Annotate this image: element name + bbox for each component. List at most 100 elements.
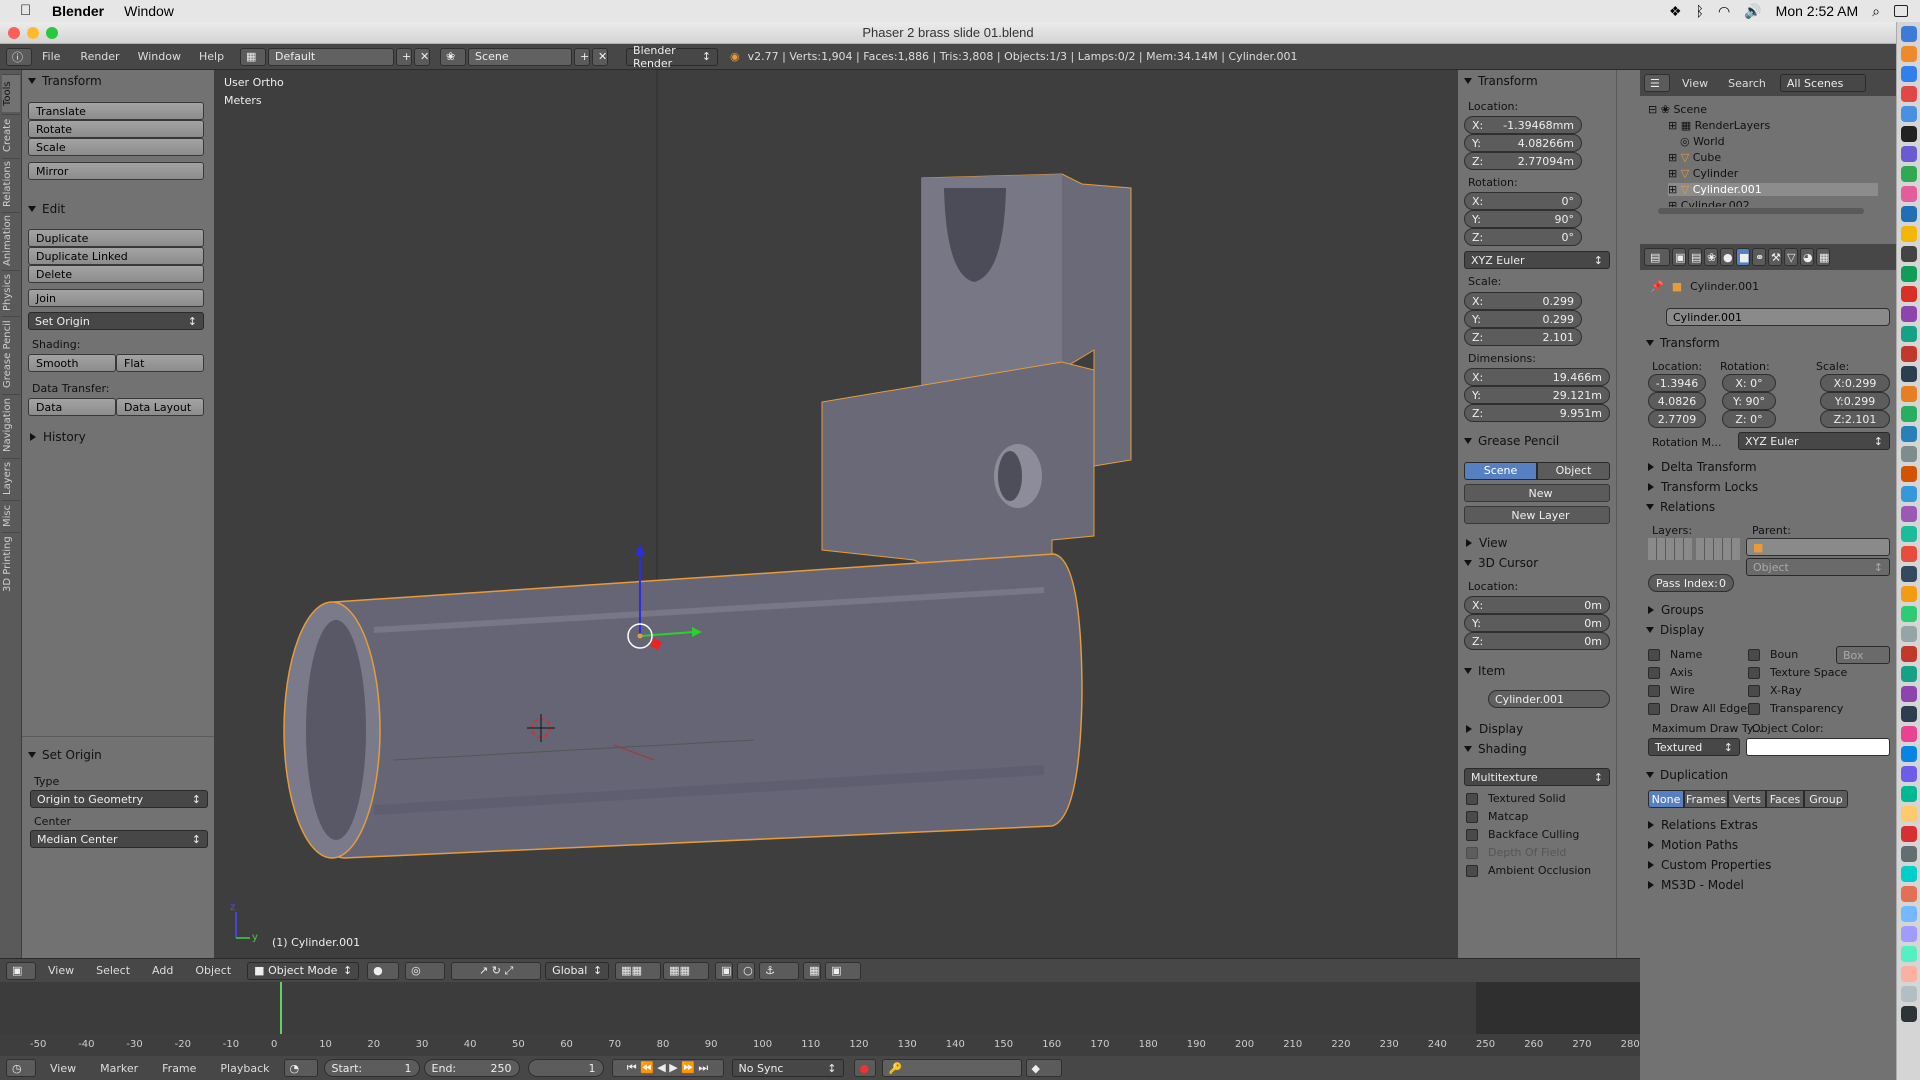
timeline-editor-icon[interactable]: ◷	[6, 1059, 36, 1077]
dock-app-icon[interactable]	[1901, 406, 1917, 422]
prop-scale-x[interactable]: X:0.299	[1820, 374, 1890, 392]
dock-app-icon[interactable]	[1901, 666, 1917, 682]
gp-scene-button[interactable]: Scene	[1464, 462, 1537, 480]
dock-app-icon[interactable]	[1901, 306, 1917, 322]
orientation-select[interactable]: Global ↕	[545, 961, 610, 980]
dock-app-icon[interactable]	[1901, 146, 1917, 162]
clock[interactable]: Mon 2:52 AM	[1776, 3, 1859, 19]
sync-select[interactable]: No Sync ↕	[731, 1059, 844, 1077]
menu-render[interactable]: Render	[80, 50, 119, 63]
tab-relations[interactable]: Relations	[2, 158, 20, 210]
gp-new-layer-button[interactable]: New Layer	[1464, 506, 1610, 524]
smooth-button[interactable]: Smooth	[28, 354, 116, 372]
add-layout-icon[interactable]: +	[396, 47, 413, 66]
n-cursor-z[interactable]: Z: 0m	[1464, 632, 1610, 650]
tl-view-menu[interactable]: View	[50, 1062, 76, 1075]
object-name-field[interactable]: Cylinder.001	[1666, 308, 1890, 326]
dock-app-icon[interactable]	[1901, 606, 1917, 622]
tab-tools[interactable]: Tools	[2, 74, 20, 112]
outliner-renderlayers[interactable]: ⊞ ▦ RenderLayers	[1668, 119, 1770, 132]
n-loc-y[interactable]: Y: 4.08266m	[1464, 134, 1582, 152]
dock-app-icon[interactable]	[1901, 806, 1917, 822]
layout-field[interactable]: Default	[268, 47, 395, 66]
vp-object-menu[interactable]: Object	[195, 964, 231, 977]
dock-app-icon[interactable]	[1901, 226, 1917, 242]
display-name-checkbox[interactable]: Name	[1648, 648, 1702, 661]
dock-app-icon[interactable]	[1901, 546, 1917, 562]
scale-button[interactable]: Scale	[28, 138, 204, 156]
dock-app-icon[interactable]	[1901, 726, 1917, 742]
dock-app-icon[interactable]	[1901, 366, 1917, 382]
playback-controls[interactable]: ⏮ ⏪ ◀ ▶ ⏩ ⏭	[611, 1059, 724, 1077]
object-color-swatch[interactable]	[1746, 738, 1890, 756]
dock-app-icon[interactable]	[1901, 566, 1917, 582]
n-item-header[interactable]: Item	[1458, 660, 1616, 682]
menu-window[interactable]: Window	[138, 50, 181, 63]
layers-grid-b[interactable]	[1696, 538, 1740, 560]
end-frame-field[interactable]: End: 250	[423, 1059, 520, 1077]
n-scale-y[interactable]: Y: 0.299	[1464, 310, 1582, 328]
timeline-track[interactable]	[0, 982, 1640, 1034]
layers-buttons[interactable]: ▦▦	[615, 961, 662, 980]
menu-file[interactable]: File	[42, 50, 60, 63]
dock-app-icon[interactable]	[1901, 26, 1917, 42]
menu-icon[interactable]	[1894, 5, 1908, 17]
prop-scale-y[interactable]: Y:0.299	[1820, 392, 1890, 410]
dock-app-icon[interactable]	[1901, 526, 1917, 542]
add-scene-icon[interactable]: +	[574, 47, 591, 66]
constraints-tab-icon[interactable]: ⚭	[1752, 248, 1766, 266]
n-display-header[interactable]: Display	[1458, 718, 1616, 740]
groups-header[interactable]: Groups	[1640, 599, 1896, 621]
prop-rot-x[interactable]: X: 0°	[1722, 374, 1776, 392]
render-preview-icons[interactable]: ▣	[825, 961, 862, 980]
pin-icon[interactable]: 📌	[1650, 280, 1664, 293]
prop-loc-z[interactable]: 2.7709	[1648, 410, 1706, 428]
tl-marker-menu[interactable]: Marker	[100, 1062, 138, 1075]
data-tab-icon[interactable]: ▽	[1784, 248, 1798, 266]
timeline-ruler[interactable]: -50 -40 -30 -20 -10 0 10 20 30 40 50 60 70 80 90 100 110…	[0, 1034, 1640, 1056]
tab-layers[interactable]: Layers	[2, 458, 20, 498]
dup-frames-button[interactable]: Frames	[1684, 790, 1728, 808]
preview-range-icon[interactable]: ◔	[283, 1059, 318, 1077]
outliner-display-select[interactable]: All Scenes	[1779, 74, 1866, 92]
outliner-cylinder-001[interactable]: ⊞ ▽ Cylinder.001	[1668, 183, 1878, 196]
n-cursor-y[interactable]: Y: 0m	[1464, 614, 1610, 632]
tab-create[interactable]: Create	[2, 114, 20, 156]
shading-select-icon[interactable]: ●	[367, 961, 400, 980]
relations-extras-header[interactable]: Relations Extras	[1640, 814, 1896, 836]
apple-icon[interactable]: 	[20, 3, 36, 19]
editor-type-icon[interactable]: ⓘ	[6, 47, 32, 66]
dock-app-icon[interactable]	[1901, 46, 1917, 62]
data-button[interactable]: Data	[28, 398, 116, 416]
3d-viewport[interactable]: User Ortho Meters z y (1) Cylinder.001	[214, 70, 1458, 958]
wifi-icon[interactable]: ◠	[1718, 3, 1730, 20]
outliner-editor-icon[interactable]: ☰	[1644, 74, 1670, 92]
app-menu[interactable]: Blender	[52, 3, 104, 19]
display-axis-checkbox[interactable]: Axis	[1648, 666, 1693, 679]
remove-scene-icon[interactable]: ✕	[592, 47, 609, 66]
duplication-header[interactable]: Duplication	[1640, 764, 1896, 786]
prop-transform-header[interactable]: Transform	[1640, 332, 1896, 354]
gp-new-button[interactable]: New	[1464, 484, 1610, 502]
prop-loc-y[interactable]: 4.0826	[1648, 392, 1706, 410]
n-item-name-field[interactable]: Cylinder.001	[1488, 690, 1610, 708]
layers-grid-a[interactable]	[1648, 538, 1692, 560]
outliner-search-menu[interactable]: Search	[1728, 77, 1766, 90]
ambient-occlusion-checkbox[interactable]: Ambient Occlusion	[1466, 864, 1591, 877]
n-dim-z[interactable]: Z: 9.951m	[1464, 404, 1610, 422]
dock-app-icon[interactable]	[1901, 746, 1917, 762]
pivot-icon[interactable]: ◎	[405, 961, 446, 980]
scene-icon[interactable]: ❀	[440, 47, 467, 66]
tab-animation[interactable]: Animation	[2, 212, 20, 268]
pass-index-field[interactable]: Pass Index: 0	[1648, 574, 1734, 592]
tl-frame-menu[interactable]: Frame	[162, 1062, 196, 1075]
display-transparency-checkbox[interactable]: Transparency	[1748, 702, 1843, 715]
dock-app-icon[interactable]	[1901, 906, 1917, 922]
dock-app-icon[interactable]	[1901, 326, 1917, 342]
dropbox-icon[interactable]: ❖	[1669, 3, 1682, 20]
edit-panel-header[interactable]: Edit	[22, 198, 214, 220]
tl-playback-menu[interactable]: Playback	[220, 1062, 269, 1075]
current-frame-line[interactable]	[280, 982, 282, 1034]
outliner-view-menu[interactable]: View	[1682, 77, 1708, 90]
dock-app-icon[interactable]	[1901, 246, 1917, 262]
